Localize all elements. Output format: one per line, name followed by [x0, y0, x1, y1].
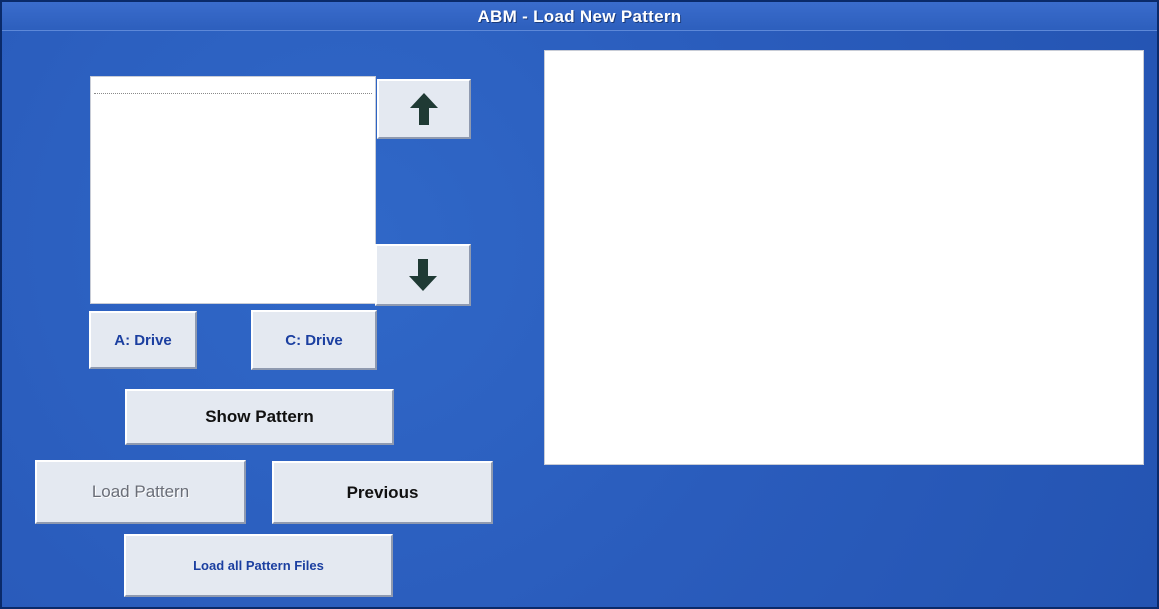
scroll-up-button[interactable]	[377, 79, 471, 139]
file-list[interactable]	[90, 76, 376, 304]
a-drive-button[interactable]: A: Drive	[89, 311, 197, 369]
arrow-down-icon	[409, 259, 437, 291]
list-item[interactable]	[94, 81, 372, 94]
load-all-pattern-files-label: Load all Pattern Files	[193, 558, 324, 573]
previous-button[interactable]: Previous	[272, 461, 493, 524]
previous-label: Previous	[346, 482, 419, 502]
load-all-pattern-files-button[interactable]: Load all Pattern Files	[124, 534, 393, 597]
pattern-preview-panel	[544, 50, 1144, 465]
c-drive-button[interactable]: C: Drive	[251, 310, 377, 370]
show-pattern-label: Show Pattern	[205, 407, 314, 426]
load-pattern-button[interactable]: Load Pattern	[35, 460, 246, 524]
arrow-up-icon	[410, 93, 438, 125]
a-drive-label: A: Drive	[114, 331, 172, 349]
title-bar: ABM - Load New Pattern	[2, 2, 1157, 31]
window-title: ABM - Load New Pattern	[477, 7, 682, 26]
scroll-down-button[interactable]	[375, 244, 471, 306]
c-drive-label: C: Drive	[285, 331, 343, 349]
load-pattern-window: ABM - Load New Pattern A: Drive C: Drive…	[0, 0, 1159, 609]
load-pattern-label: Load Pattern	[91, 482, 190, 501]
show-pattern-button[interactable]: Show Pattern	[125, 389, 394, 445]
